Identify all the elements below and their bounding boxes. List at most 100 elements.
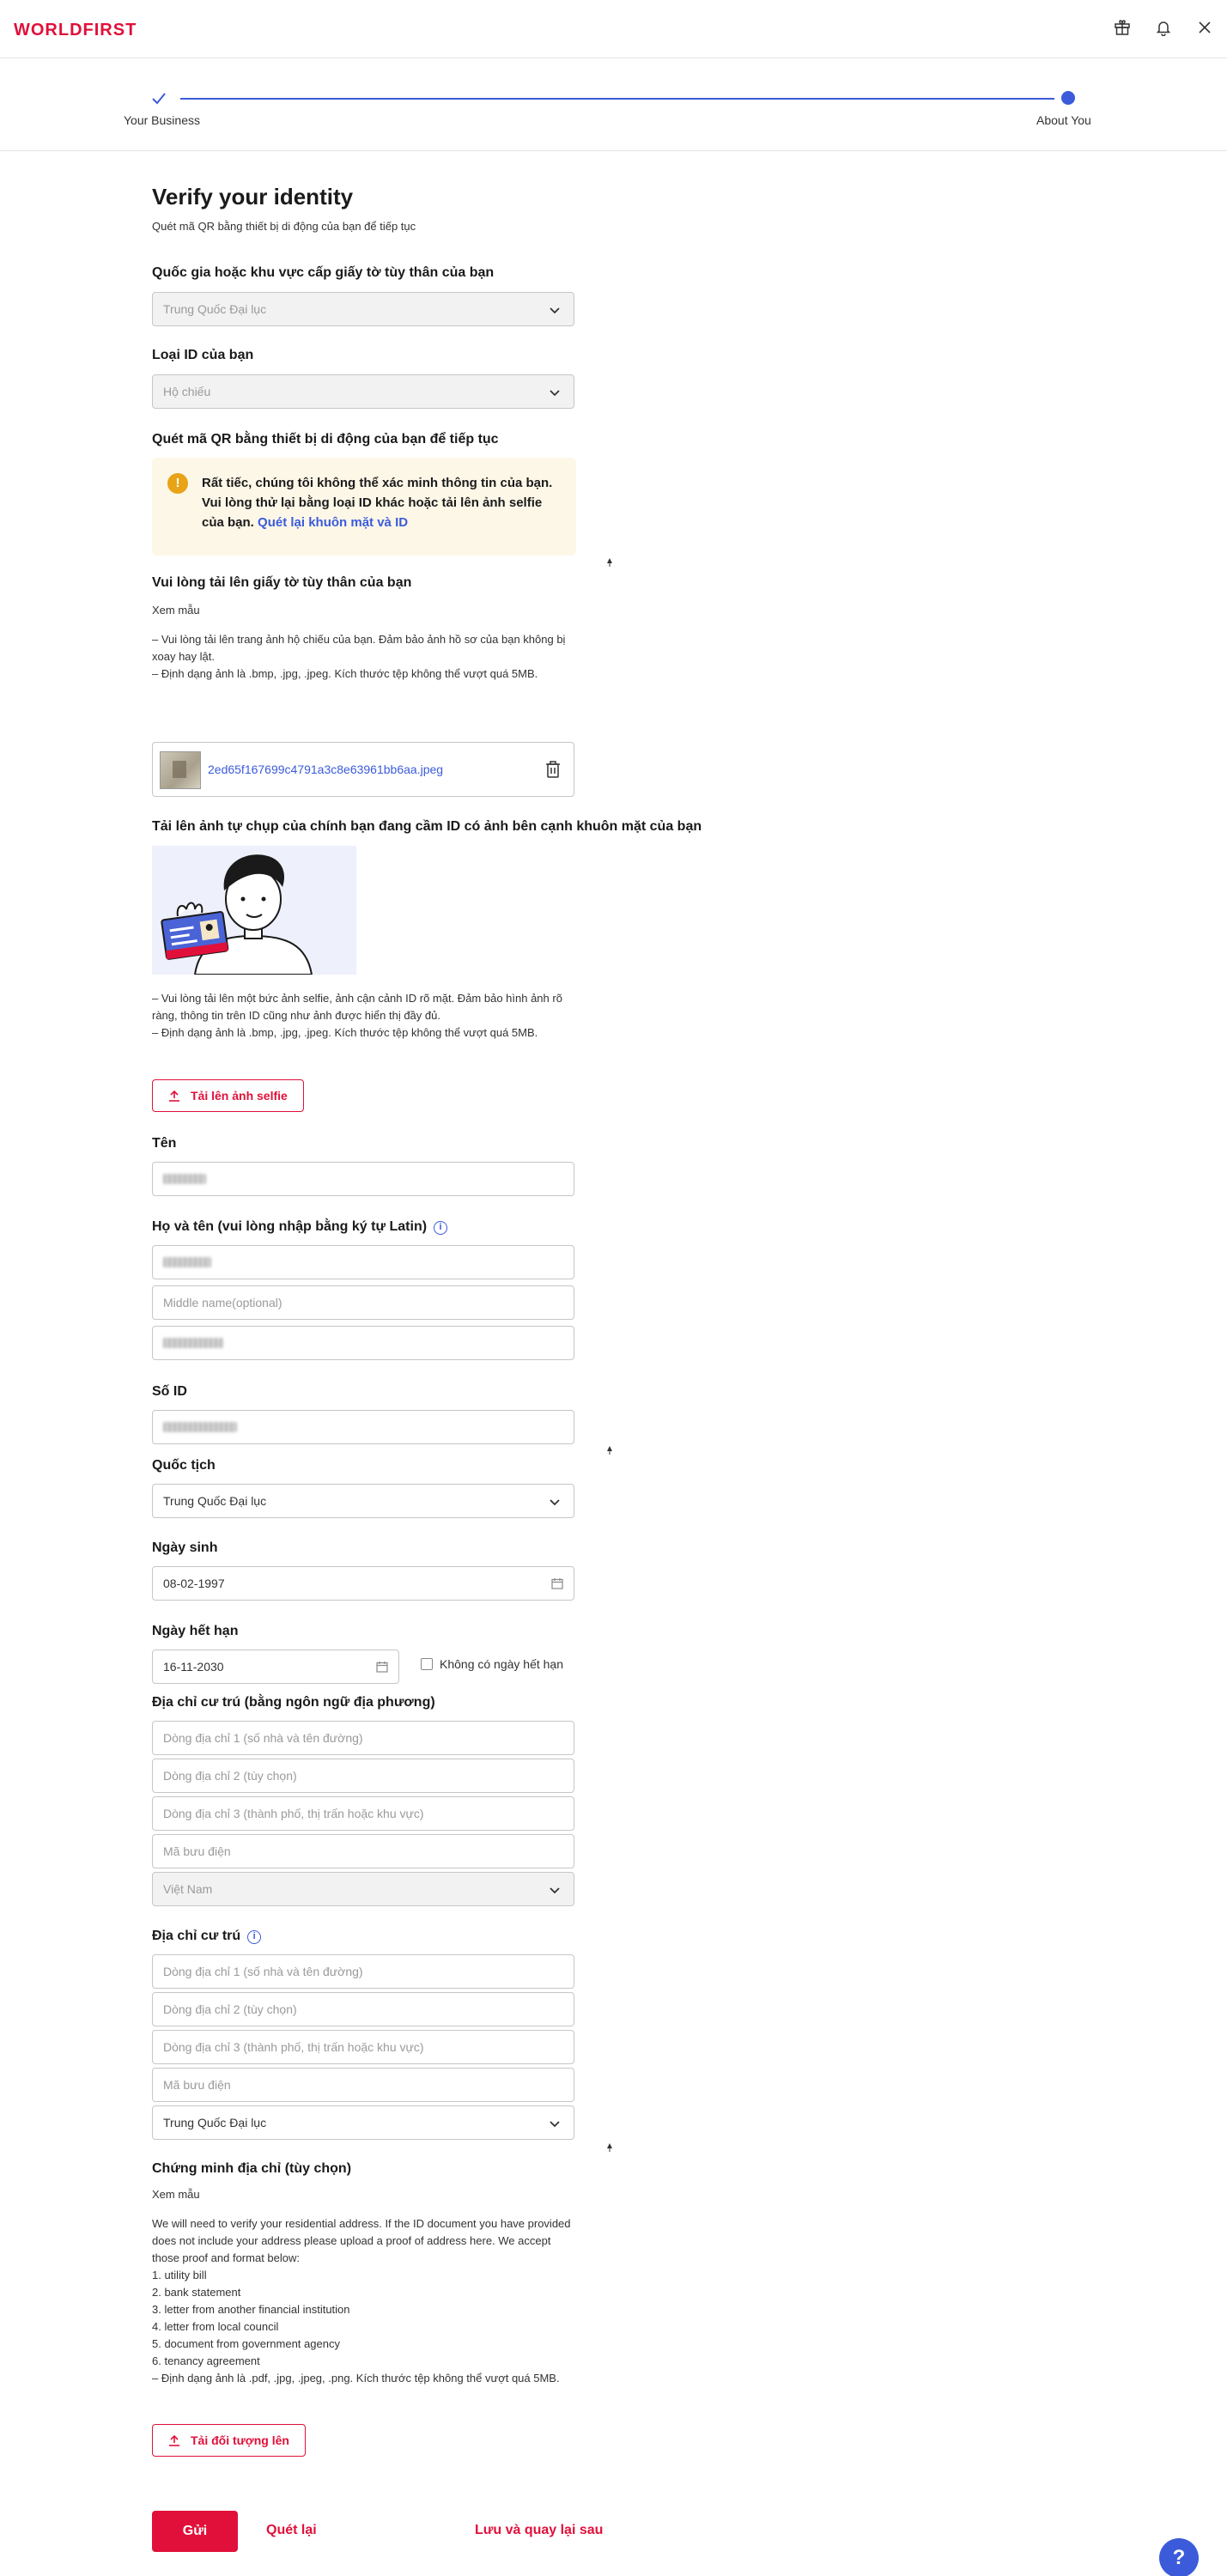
- address-country-value: Trung Quốc Đại lục: [163, 2116, 267, 2129]
- bell-icon[interactable]: [1153, 17, 1174, 38]
- top-bar: WORLDFIRST: [0, 0, 1227, 58]
- postal-code-input[interactable]: Mã bưu điện: [152, 2068, 574, 2102]
- gift-icon[interactable]: [1112, 17, 1133, 38]
- upload-icon: [169, 1090, 179, 1102]
- upload-proof-button[interactable]: Tải đối tượng lên: [152, 2424, 306, 2457]
- redacted-value: [163, 1174, 206, 1184]
- info-icon[interactable]: i: [434, 1221, 448, 1235]
- redacted-value: [163, 1338, 223, 1348]
- list-item: 3. letter from another financial institu…: [152, 2303, 350, 2316]
- page-subtitle: Quét mã QR bằng thiết bị di động của bạn…: [152, 220, 416, 233]
- no-expiry-label: Không có ngày hết hạn: [440, 1657, 564, 1671]
- id-number-input[interactable]: [152, 1410, 574, 1444]
- selfie-illustration: [152, 846, 356, 975]
- local-postal-code-input[interactable]: Mã bưu điện: [152, 1834, 574, 1868]
- nationality-label: Quốc tịch: [152, 1458, 216, 1473]
- redacted-value: [163, 1422, 237, 1432]
- cursor-icon: [607, 1446, 612, 1455]
- local-address-line2-input[interactable]: Dòng địa chỉ 2 (tùy chọn): [152, 1759, 574, 1793]
- id-number-label: Số ID: [152, 1384, 187, 1399]
- chevron-down-icon: [550, 2121, 560, 2128]
- id-upload-note-1: – Vui lòng tải lên trang ảnh hộ chiếu củ…: [152, 633, 566, 663]
- address-line3-input[interactable]: Dòng địa chỉ 3 (thành phố, thị trấn hoặc…: [152, 2030, 574, 2064]
- current-step-dot: [1061, 91, 1075, 105]
- step-about-you[interactable]: About You: [1036, 113, 1091, 127]
- file-name-link[interactable]: 2ed65f167699c4791a3c8e63961bb6aa.jpeg: [208, 762, 443, 776]
- id-sample-link[interactable]: Xem mẫu: [152, 602, 576, 619]
- country-issue-value: Trung Quốc Đại lục: [163, 302, 267, 316]
- proof-label: Chứng minh địa chỉ (tùy chọn): [152, 2161, 352, 2176]
- latin-name-label: Họ và tên (vui lòng nhập bằng ký tự Lati…: [152, 1219, 448, 1235]
- id-upload-label: Vui lòng tải lên giấy tờ tùy thân của bạ…: [152, 575, 412, 590]
- warning-icon: !: [167, 473, 188, 494]
- proof-sample-link[interactable]: Xem mẫu: [152, 2186, 576, 2203]
- close-icon[interactable]: [1194, 17, 1215, 38]
- address-label: Địa chỉ cư trú i: [152, 1929, 262, 1944]
- submit-button[interactable]: Gửi: [152, 2511, 238, 2552]
- local-address-line3-placeholder: Dòng địa chỉ 3 (thành phố, thị trấn hoặc…: [163, 1807, 424, 1820]
- selfie-label: Tải lên ảnh tự chụp của chính bạn đang c…: [152, 819, 702, 834]
- address-line1-input[interactable]: Dòng địa chỉ 1 (số nhà và tên đường): [152, 1954, 574, 1989]
- name-input[interactable]: [152, 1162, 574, 1196]
- nationality-select[interactable]: Trung Quốc Đại lục: [152, 1484, 574, 1518]
- local-address-label: Địa chỉ cư trú (bằng ngôn ngữ địa phương…: [152, 1695, 435, 1710]
- worldfirst-logo[interactable]: WORLDFIRST: [14, 21, 137, 40]
- local-postal-placeholder: Mã bưu điện: [163, 1844, 231, 1858]
- id-type-select[interactable]: Hộ chiếu: [152, 374, 574, 409]
- calendar-icon[interactable]: [376, 1661, 388, 1673]
- middle-name-input[interactable]: Middle name(optional): [152, 1285, 574, 1320]
- local-address-line3-input[interactable]: Dòng địa chỉ 3 (thành phố, thị trấn hoặc…: [152, 1796, 574, 1831]
- expiry-input[interactable]: 16-11-2030: [152, 1649, 399, 1684]
- address-line2-input[interactable]: Dòng địa chỉ 2 (tùy chọn): [152, 1992, 574, 2026]
- local-address-line1-input[interactable]: Dòng địa chỉ 1 (số nhà và tên đường): [152, 1721, 574, 1755]
- country-issue-label: Quốc gia hoặc khu vực cấp giấy tờ tùy th…: [152, 265, 495, 280]
- alert-text: Rất tiếc, chúng tôi không thể xác minh t…: [202, 473, 562, 532]
- list-item: 5. document from government agency: [152, 2337, 340, 2350]
- chevron-down-icon: [550, 390, 560, 397]
- chevron-down-icon: [550, 307, 560, 314]
- rescan-button[interactable]: Quét lại: [266, 2523, 317, 2538]
- address-label-text: Địa chỉ cư trú: [152, 1929, 241, 1943]
- upload-icon: [169, 2434, 179, 2446]
- expiry-label: Ngày hết hạn: [152, 1624, 239, 1638]
- rescan-face-id-link[interactable]: Quét lại khuôn mặt và ID: [258, 515, 408, 530]
- address-line2-placeholder: Dòng địa chỉ 2 (tùy chọn): [163, 2002, 297, 2016]
- address-country-select[interactable]: Trung Quốc Đại lục: [152, 2105, 574, 2140]
- local-address-line1-placeholder: Dòng địa chỉ 1 (số nhà và tên đường): [163, 1731, 363, 1745]
- latin-name-label-text: Họ và tên (vui lòng nhập bằng ký tự Lati…: [152, 1219, 428, 1234]
- info-icon[interactable]: i: [247, 1930, 262, 1944]
- page-title: Verify your identity: [152, 184, 354, 210]
- proof-item-list: 1. utility bill 2. bank statement 3. let…: [152, 2267, 576, 2370]
- no-expiry-checkbox[interactable]: [421, 1658, 433, 1670]
- address-line1-placeholder: Dòng địa chỉ 1 (số nhà và tên đường): [163, 1965, 363, 1978]
- last-name-input[interactable]: [152, 1326, 574, 1360]
- id-upload-note-2: – Định dạng ảnh là .bmp, .jpg, .jpeg. Kí…: [152, 667, 538, 680]
- proof-format-note: – Định dạng ảnh là .pdf, .jpg, .jpeg, .p…: [152, 2372, 560, 2385]
- no-expiry-option[interactable]: Không có ngày hết hạn: [421, 1657, 563, 1671]
- upload-selfie-label: Tải lên ảnh selfie: [191, 1089, 288, 1103]
- address-line3-placeholder: Dòng địa chỉ 3 (thành phố, thị trấn hoặc…: [163, 2040, 424, 2054]
- verification-alert: ! Rất tiếc, chúng tôi không thể xác minh…: [152, 458, 576, 556]
- upload-selfie-button[interactable]: Tải lên ảnh selfie: [152, 1079, 304, 1112]
- step-your-business[interactable]: Your Business: [124, 113, 200, 127]
- trash-icon[interactable]: [544, 760, 562, 779]
- dob-label: Ngày sinh: [152, 1540, 218, 1555]
- first-name-input[interactable]: [152, 1245, 574, 1279]
- local-country-select[interactable]: Việt Nam: [152, 1872, 574, 1906]
- calendar-icon[interactable]: [551, 1577, 563, 1589]
- upload-proof-label: Tải đối tượng lên: [191, 2433, 289, 2447]
- stepper-line: [180, 98, 1054, 100]
- help-icon[interactable]: ?: [1159, 2538, 1199, 2576]
- local-address-line2-placeholder: Dòng địa chỉ 2 (tùy chọn): [163, 1769, 297, 1783]
- cursor-icon: [607, 2143, 612, 2152]
- middle-name-placeholder: Middle name(optional): [163, 1296, 282, 1309]
- save-later-button[interactable]: Lưu và quay lại sau: [475, 2523, 603, 2538]
- cursor-icon: [607, 558, 612, 567]
- dob-input[interactable]: 08-02-1997: [152, 1566, 574, 1601]
- selfie-note-2: – Định dạng ảnh là .bmp, .jpg, .jpeg. Kí…: [152, 1026, 538, 1039]
- country-issue-select[interactable]: Trung Quốc Đại lục: [152, 292, 574, 326]
- progress-stepper: Your Business About You: [0, 58, 1227, 151]
- selfie-note-1: – Vui lòng tải lên một bức ảnh selfie, ả…: [152, 992, 562, 1022]
- postal-placeholder: Mã bưu điện: [163, 2078, 231, 2092]
- dob-value: 08-02-1997: [163, 1577, 225, 1590]
